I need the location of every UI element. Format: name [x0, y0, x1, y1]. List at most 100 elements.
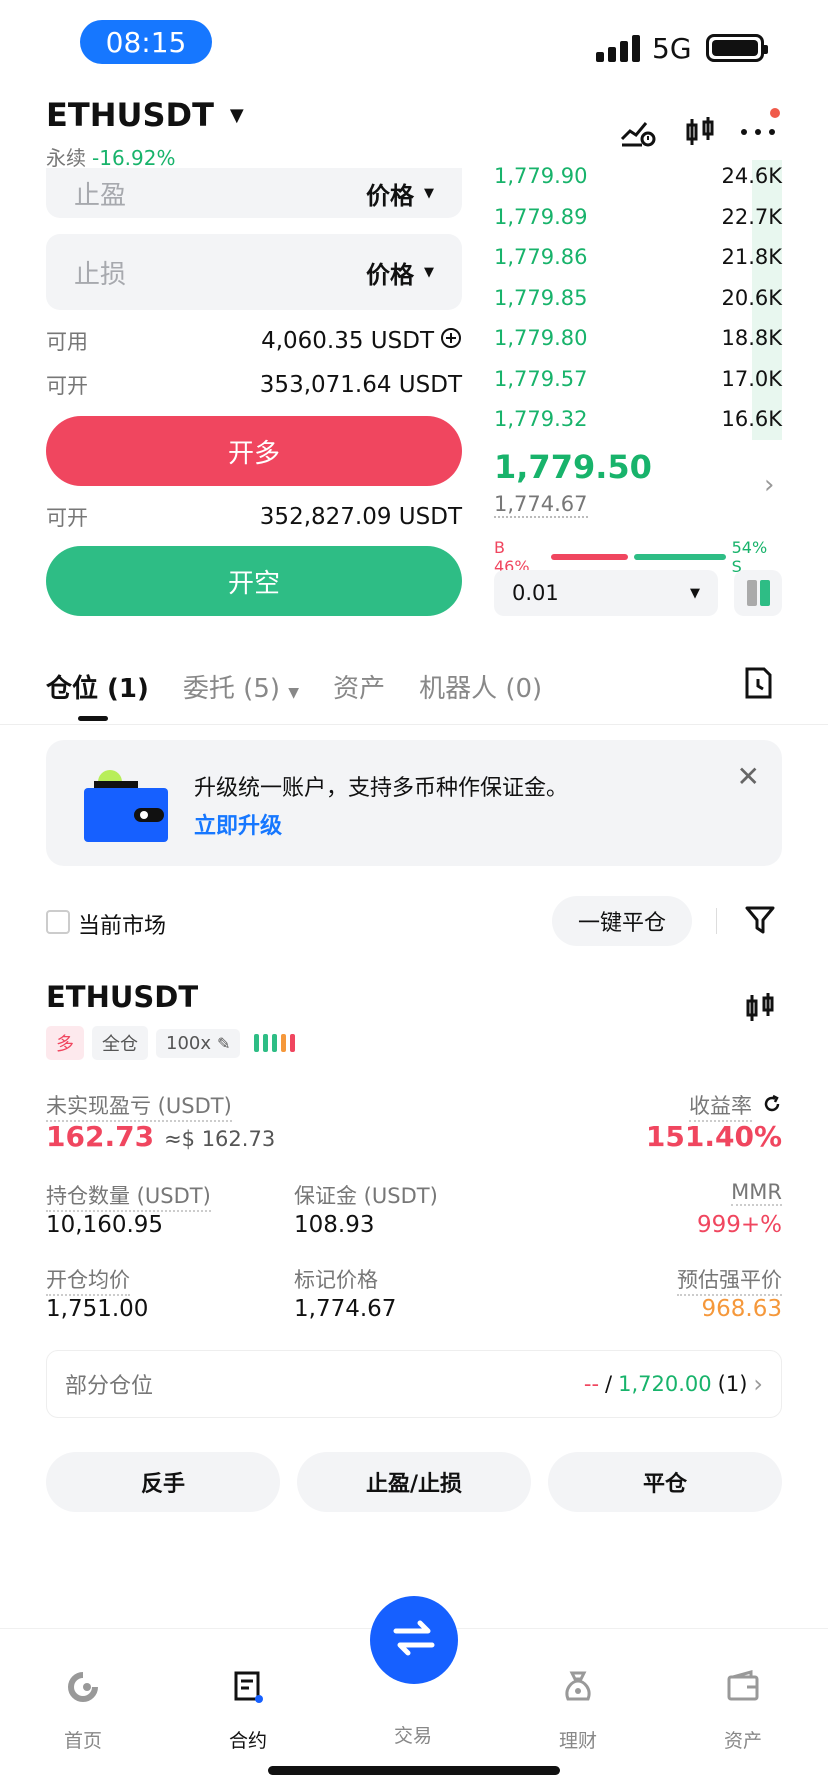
- orderbook-qty: 22.7K: [721, 204, 782, 229]
- orderbook-qty: 21.8K: [721, 245, 782, 269]
- symbol-selector[interactable]: ETHUSDT ▼: [46, 96, 244, 134]
- tpsl-button[interactable]: 止盈/止损: [297, 1452, 531, 1512]
- current-market-label: 当前市场: [78, 914, 167, 939]
- tab-positions[interactable]: 仓位 (1): [46, 668, 149, 705]
- money-bag-icon: [560, 1669, 596, 1710]
- unrealized-pnl: 162.73 ≈$ 162.73: [46, 1120, 275, 1153]
- orderbook-row[interactable]: 1,779.80 18.8K: [494, 318, 782, 358]
- partial-slash: /: [605, 1372, 613, 1396]
- close-position-button[interactable]: 平仓: [548, 1452, 782, 1512]
- wallet-illustration-icon: [84, 768, 170, 842]
- status-time: 08:15: [80, 20, 212, 64]
- mark-price-label: 标记价格: [294, 1268, 378, 1292]
- network-type: 5G: [652, 32, 692, 65]
- partial-sl-value: 1,720.00: [618, 1372, 712, 1396]
- can-open-label: 可开: [46, 506, 88, 530]
- unrealized-pnl-label[interactable]: 未实现盈亏 (USDT): [46, 1090, 232, 1122]
- open-short-button[interactable]: 开空: [46, 546, 462, 616]
- open-long-button[interactable]: 开多: [46, 416, 462, 486]
- nav-futures[interactable]: 合约: [203, 1669, 293, 1753]
- position-tabs: 仓位 (1) 委托 (5) ▼ 资产 机器人 (0): [46, 668, 542, 705]
- nav-home[interactable]: 首页: [38, 1669, 128, 1753]
- current-market-checkbox[interactable]: [46, 910, 70, 934]
- depth-precision-select[interactable]: 0.01 ▼: [494, 570, 718, 616]
- orderbook-row[interactable]: 1,779.57 17.0K: [494, 359, 782, 399]
- take-profit-input[interactable]: 止盈 价格 ▼: [46, 168, 462, 218]
- book-layout-icon[interactable]: [734, 570, 782, 616]
- close-icon[interactable]: ✕: [737, 760, 760, 793]
- tab-bots[interactable]: 机器人 (0): [419, 668, 542, 705]
- chevron-right-icon: ›: [753, 1370, 763, 1398]
- can-open-label: 可开: [46, 374, 88, 398]
- orderbook-row[interactable]: 1,779.32 16.6K: [494, 399, 782, 439]
- mmr-label[interactable]: MMR: [731, 1180, 782, 1206]
- caret-down-icon: ▼: [690, 585, 700, 601]
- calculator-icon[interactable]: [618, 112, 658, 152]
- orderbook-price: 1,779.32: [494, 407, 588, 431]
- liq-price-label[interactable]: 预估强平价: [677, 1264, 782, 1296]
- unrealized-pnl-value: 162.73: [46, 1120, 155, 1153]
- orderbook-price: 1,779.86: [494, 245, 588, 269]
- entry-price-label[interactable]: 开仓均价: [46, 1264, 130, 1296]
- nav-assets[interactable]: 资产: [698, 1669, 788, 1753]
- sell-ratio-bar: [634, 554, 726, 560]
- mark-price-value: 1,774.67: [294, 1296, 397, 1322]
- risk-level-icon: [254, 1034, 296, 1052]
- tab-assets[interactable]: 资产: [333, 668, 385, 705]
- chevron-right-icon[interactable]: ›: [764, 470, 774, 500]
- trade-button[interactable]: [370, 1596, 458, 1684]
- can-open-long-row: 可开 353,071.64 USDT: [46, 370, 462, 400]
- contract-icon: [230, 1669, 266, 1710]
- roe-value: 151.40%: [645, 1120, 782, 1153]
- mmr-value: 999+%: [696, 1212, 782, 1238]
- stop-loss-input[interactable]: 止损 价格 ▼: [46, 234, 462, 310]
- partial-position-label: 部分仓位: [65, 1374, 154, 1399]
- contract-info: 永续 -16.92%: [46, 142, 175, 171]
- add-funds-icon[interactable]: [440, 327, 462, 355]
- filter-icon[interactable]: [744, 904, 780, 940]
- orderbook-price: 1,779.57: [494, 366, 588, 391]
- candlestick-chart-icon[interactable]: [680, 112, 720, 152]
- close-all-button[interactable]: 一键平仓: [552, 896, 692, 946]
- buy-ratio-bar: [551, 554, 629, 560]
- swap-arrows-icon: [392, 1618, 436, 1662]
- roe-header[interactable]: 收益率: [689, 1090, 782, 1122]
- caret-down-icon: ▼: [424, 185, 434, 201]
- margin-mode-badge: 全仓: [92, 1026, 148, 1060]
- position-symbol: ETHUSDT: [46, 980, 199, 1014]
- more-icon[interactable]: [738, 108, 780, 152]
- unrealized-pnl-usd: ≈$ 162.73: [164, 1127, 276, 1151]
- orderbook-row[interactable]: 1,779.86 21.8K: [494, 237, 782, 277]
- tab-orders[interactable]: 委托 (5) ▼: [183, 668, 299, 705]
- sl-price-type-dropdown[interactable]: 价格 ▼: [366, 255, 434, 290]
- caret-down-icon: ▼: [229, 104, 244, 126]
- can-open-short-row: 可开 352,827.09 USDT: [46, 502, 462, 532]
- orderbook-row[interactable]: 1,779.85 20.6K: [494, 278, 782, 318]
- position-size-label[interactable]: 持仓数量 (USDT): [46, 1180, 211, 1212]
- wallet-icon: [725, 1669, 761, 1710]
- signal-icon: [596, 32, 640, 62]
- reverse-button[interactable]: 反手: [46, 1452, 280, 1512]
- orderbook-row[interactable]: 1,779.89 22.7K: [494, 197, 782, 237]
- home-icon: [65, 1669, 101, 1710]
- orderbook-row[interactable]: 1,779.90 24.6K: [494, 156, 782, 196]
- position-tags: 多 全仓 100x ✎: [46, 1026, 296, 1060]
- available-row: 可用 4,060.35 USDT: [46, 326, 462, 356]
- banner-text: 升级统一账户，支持多币种作保证金。: [194, 776, 569, 801]
- divider: [716, 908, 717, 934]
- battery-icon: [706, 34, 768, 62]
- roe-label: 收益率: [689, 1090, 752, 1122]
- mark-price: 1,774.67: [494, 492, 588, 518]
- edit-icon: ✎: [217, 1033, 231, 1053]
- nav-earn[interactable]: 理财: [533, 1669, 623, 1753]
- stop-loss-placeholder: 止损: [74, 259, 127, 290]
- upgrade-link[interactable]: 立即升级: [194, 808, 282, 840]
- tp-price-type-dropdown[interactable]: 价格 ▼: [366, 176, 434, 211]
- partial-position-row[interactable]: 部分仓位 -- / 1,720.00 (1) ›: [46, 1350, 782, 1418]
- candlestick-chart-icon[interactable]: [744, 992, 776, 1028]
- caret-down-icon: ▼: [424, 264, 434, 280]
- orderbook-price: 1,779.80: [494, 326, 588, 350]
- leverage-badge[interactable]: 100x ✎: [156, 1028, 241, 1058]
- history-icon[interactable]: [742, 666, 778, 702]
- active-tab-indicator: [78, 716, 108, 721]
